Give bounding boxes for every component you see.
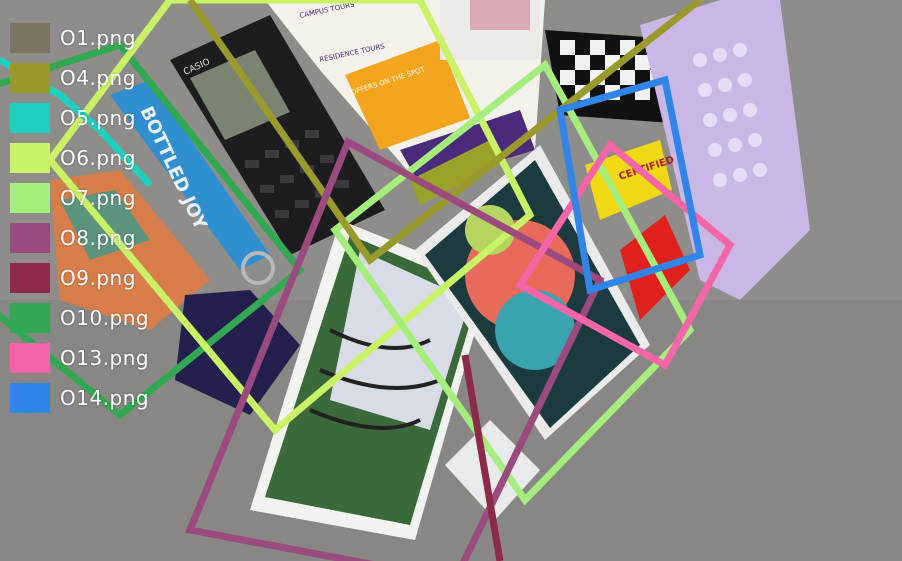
legend-label: O7.png bbox=[60, 186, 136, 210]
legend-swatch bbox=[10, 143, 50, 173]
legend-item-o1: O1.png bbox=[10, 18, 149, 58]
legend: O1.png O4.png O5.png O6.png O7.png O8.pn… bbox=[10, 18, 149, 418]
legend-swatch bbox=[10, 223, 50, 253]
legend-swatch bbox=[10, 263, 50, 293]
legend-label: O5.png bbox=[60, 106, 136, 130]
legend-swatch bbox=[10, 103, 50, 133]
legend-swatch bbox=[10, 23, 50, 53]
legend-item-o10: O10.png bbox=[10, 298, 149, 338]
legend-label: O14.png bbox=[60, 386, 150, 410]
legend-item-o14: O14.png bbox=[10, 378, 149, 418]
legend-swatch bbox=[10, 63, 50, 93]
legend-label: O6.png bbox=[60, 146, 136, 170]
legend-swatch bbox=[10, 303, 50, 333]
legend-label: O8.png bbox=[60, 226, 136, 250]
legend-label: O9.png bbox=[60, 266, 136, 290]
legend-label: O13.png bbox=[60, 346, 150, 370]
legend-label: O1.png bbox=[60, 26, 136, 50]
legend-swatch bbox=[10, 343, 50, 373]
legend-item-o5: O5.png bbox=[10, 98, 149, 138]
legend-item-o13: O13.png bbox=[10, 338, 149, 378]
legend-label: O4.png bbox=[60, 66, 136, 90]
legend-item-o7: O7.png bbox=[10, 178, 149, 218]
legend-label: O10.png bbox=[60, 306, 150, 330]
legend-item-o9: O9.png bbox=[10, 258, 149, 298]
legend-item-o4: O4.png bbox=[10, 58, 149, 98]
legend-swatch bbox=[10, 383, 50, 413]
legend-item-o8: O8.png bbox=[10, 218, 149, 258]
legend-swatch bbox=[10, 183, 50, 213]
legend-item-o6: O6.png bbox=[10, 138, 149, 178]
